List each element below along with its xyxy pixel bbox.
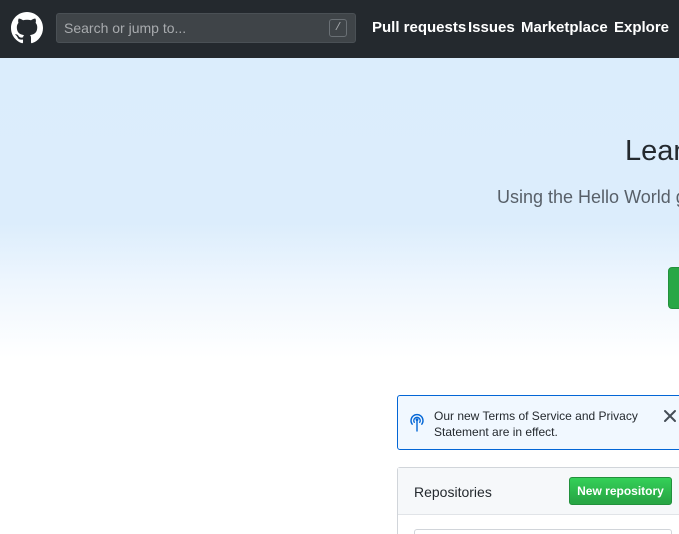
nav-issues[interactable]: Issues [468, 19, 515, 36]
hero-primary-button[interactable] [668, 267, 679, 309]
close-icon[interactable] [663, 409, 677, 423]
new-repository-button[interactable]: New repository [569, 477, 672, 505]
repository-filter-input[interactable] [414, 529, 672, 534]
global-header: / Pull requests Issues Marketplace Explo… [0, 0, 679, 58]
hero-title: Lean [625, 135, 679, 167]
nav-marketplace[interactable]: Marketplace [521, 19, 608, 36]
repositories-panel: Repositories New repository [397, 467, 679, 534]
nav-pull-requests[interactable]: Pull requests [372, 19, 466, 36]
github-octocat-icon[interactable] [11, 12, 43, 44]
search-box: / [56, 13, 356, 43]
hero-subtitle: Using the Hello World g [497, 187, 679, 207]
terms-notice: Our new Terms of Service and Privacy Sta… [397, 395, 679, 450]
repositories-title: Repositories [414, 484, 492, 500]
search-input[interactable] [57, 14, 317, 42]
broadcast-icon [410, 413, 424, 432]
search-shortcut-key: / [329, 19, 347, 37]
repositories-header: Repositories New repository [398, 468, 679, 515]
hero-banner: Lean Using the Hello World g [0, 58, 679, 358]
nav-explore[interactable]: Explore [614, 19, 669, 36]
notice-text: Our new Terms of Service and Privacy Sta… [434, 409, 638, 439]
